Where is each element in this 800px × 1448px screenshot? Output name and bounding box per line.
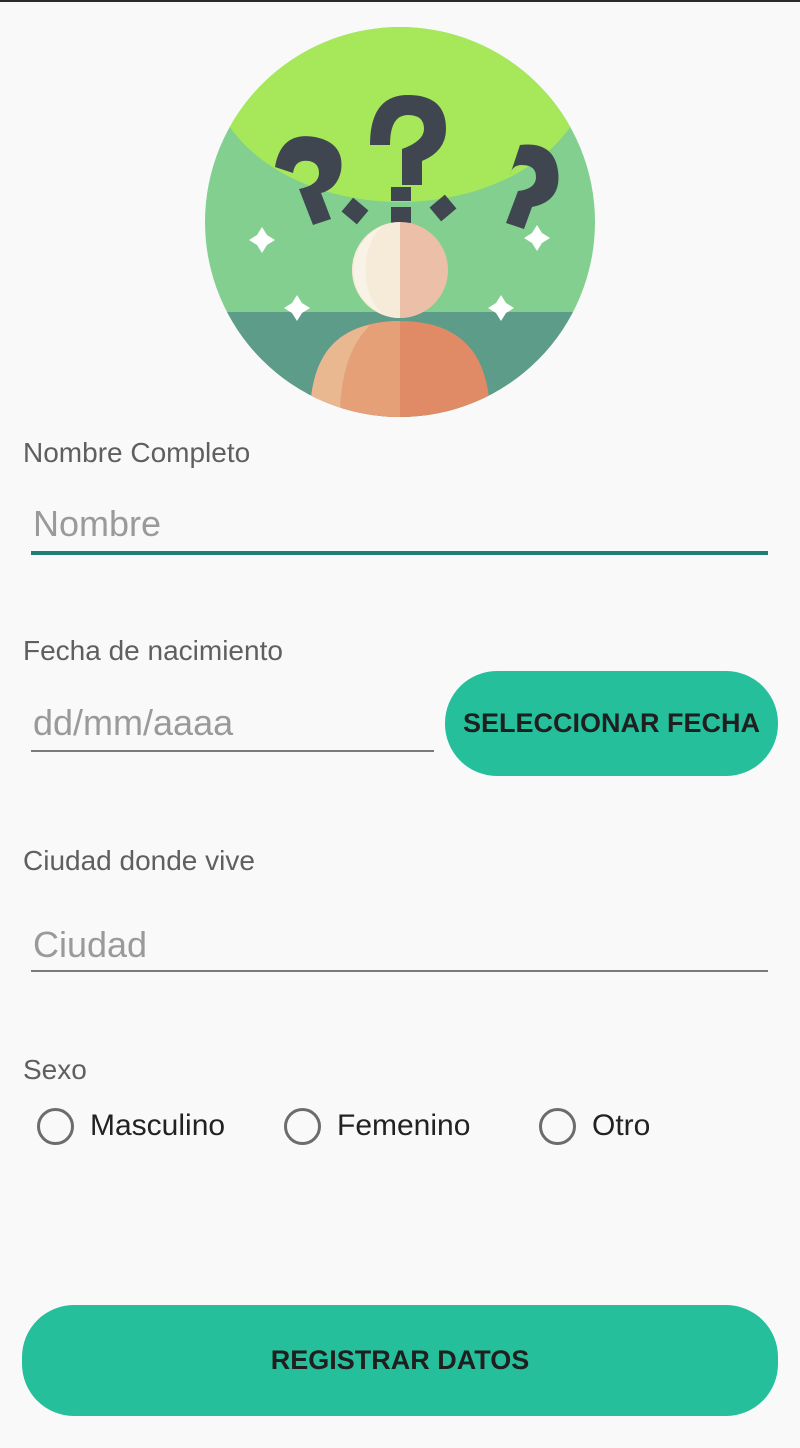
- radio-label-femenino: Femenino: [337, 1109, 471, 1142]
- radio-circle-icon[interactable]: [37, 1107, 74, 1145]
- top-divider: [0, 0, 800, 2]
- select-date-button[interactable]: SELECCIONAR FECHA: [445, 671, 778, 776]
- radio-femenino[interactable]: Femenino: [284, 1104, 470, 1148]
- radio-masculino[interactable]: Masculino: [37, 1104, 225, 1148]
- name-label: Nombre Completo: [23, 437, 251, 468]
- radio-label-masculino: Masculino: [90, 1109, 226, 1142]
- city-label: Ciudad donde vive: [23, 845, 255, 876]
- birthdate-input[interactable]: [31, 699, 434, 747]
- name-input-underline: [31, 551, 768, 555]
- radio-circle-icon[interactable]: [539, 1107, 576, 1145]
- sex-label: Sexo: [23, 1054, 87, 1085]
- name-input[interactable]: [31, 500, 768, 548]
- birthdate-label: Fecha de nacimiento: [23, 635, 283, 666]
- radio-circle-icon[interactable]: [284, 1107, 321, 1145]
- radio-otro[interactable]: Otro: [539, 1104, 650, 1148]
- city-input[interactable]: [31, 921, 768, 969]
- birthdate-input-underline: [31, 750, 434, 752]
- city-input-underline: [31, 970, 768, 972]
- register-button[interactable]: REGISTRAR DATOS: [22, 1305, 778, 1416]
- radio-label-otro: Otro: [592, 1109, 651, 1142]
- registration-screen: Nombre Completo Fecha de nacimiento SELE…: [0, 0, 800, 1448]
- confused-person-icon: [205, 27, 595, 417]
